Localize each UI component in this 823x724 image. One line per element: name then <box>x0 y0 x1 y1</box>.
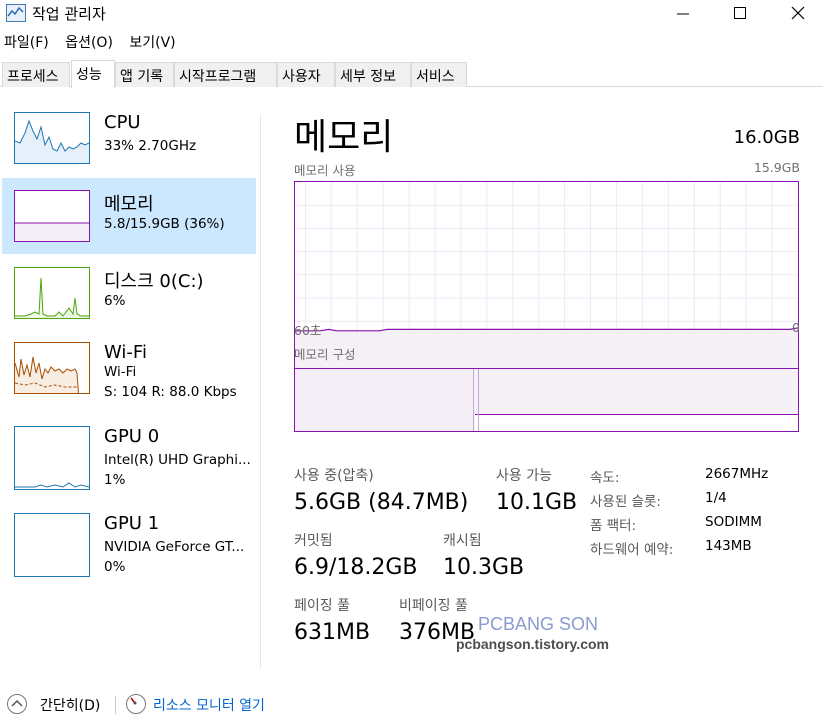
slots-value: 1/4 <box>705 490 727 506</box>
gpu0-thumbnail-graph <box>14 426 90 490</box>
fewer-details-button[interactable]: 간단히(D) <box>40 695 100 715</box>
tab-app-history[interactable]: 앱 기록 <box>115 62 174 87</box>
memory-thumbnail-graph <box>14 190 90 242</box>
memory-composition-bar <box>294 368 799 432</box>
sidebar-item-disk[interactable]: 디스크 0(C:) 6% <box>2 255 256 331</box>
cached-label: 캐시됨 <box>443 533 482 549</box>
form-factor-value: SODIMM <box>705 514 762 530</box>
sidebar-gpu1-model: NVIDIA GeForce GT... <box>104 539 245 555</box>
menu-options[interactable]: 옵션(O) <box>65 32 113 52</box>
sidebar-wifi-throughput: S: 104 R: 88.0 Kbps <box>104 384 237 400</box>
title-bar: 작업 관리자 <box>0 0 823 28</box>
footer-separator <box>115 696 116 714</box>
speed-value: 2667MHz <box>705 466 769 482</box>
sidebar-gpu0-title: GPU 0 <box>104 426 160 447</box>
hardware-reserved-label: 하드웨어 예약: <box>590 542 674 558</box>
close-button[interactable] <box>775 0 821 28</box>
footer: 간단히(D) 리소스 모니터 열기 <box>0 690 823 720</box>
performance-sidebar: CPU 33% 2.70GHz 메모리 5.8/15.9GB (36%) 디스크… <box>0 100 260 668</box>
maximize-icon <box>734 7 746 19</box>
sidebar-item-memory[interactable]: 메모리 5.8/15.9GB (36%) <box>2 178 256 254</box>
tab-details[interactable]: 세부 정보 <box>335 62 411 87</box>
memory-total: 16.0GB <box>733 127 800 148</box>
sidebar-disk-usage: 6% <box>104 293 126 309</box>
nonpaged-pool-label: 비페이징 풀 <box>399 598 468 614</box>
menu-bar: 파일(F) 옵션(O) 보기(V) <box>0 32 184 54</box>
window-title: 작업 관리자 <box>32 5 106 23</box>
composition-in-use <box>295 369 475 431</box>
in-use-value: 5.6GB (84.7MB) <box>294 490 469 515</box>
hardware-reserved-value: 143MB <box>705 538 752 554</box>
tab-startup[interactable]: 시작프로그램 <box>174 62 277 87</box>
usage-graph-label: 메모리 사용 <box>294 163 356 178</box>
sidebar-item-gpu0[interactable]: GPU 0 Intel(R) UHD Graphi... 1% <box>2 414 256 490</box>
sidebar-cpu-usage: 33% 2.70GHz <box>104 138 197 154</box>
available-value: 10.1GB <box>496 490 578 515</box>
tab-performance[interactable]: 성능 <box>71 60 115 88</box>
gpu1-thumbnail-graph <box>14 513 90 577</box>
sidebar-gpu1-usage: 0% <box>104 559 126 575</box>
in-use-label: 사용 중(압축) <box>294 468 374 484</box>
available-label: 사용 가능 <box>496 468 552 484</box>
usage-graph-max: 15.9GB <box>753 160 800 175</box>
open-resource-monitor-link[interactable]: 리소스 모니터 열기 <box>153 695 265 715</box>
task-manager-icon <box>6 4 26 22</box>
watermark-title: PCBANG SON <box>478 614 599 634</box>
disk-thumbnail-graph <box>14 267 90 319</box>
minimize-icon <box>677 13 689 15</box>
slots-label: 사용된 슬롯: <box>590 494 661 510</box>
composition-divider-standby <box>478 369 479 431</box>
graph-x-left: 60초 <box>294 323 322 338</box>
chevron-up-icon[interactable] <box>7 694 27 714</box>
sidebar-item-wifi[interactable]: Wi-Fi Wi-Fi S: 104 R: 88.0 Kbps <box>2 330 256 406</box>
watermark-url: pcbangson.tistory.com <box>456 636 609 652</box>
committed-value: 6.9/18.2GB <box>294 555 418 580</box>
sidebar-disk-title: 디스크 0(C:) <box>104 271 204 292</box>
sidebar-item-gpu1[interactable]: GPU 1 NVIDIA GeForce GT... 0% <box>2 501 256 577</box>
sidebar-cpu-title: CPU <box>104 112 141 133</box>
tab-processes[interactable]: 프로세스 <box>2 62 70 87</box>
maximize-button[interactable] <box>717 0 763 28</box>
cpu-thumbnail-graph <box>14 112 90 164</box>
page-title: 메모리 <box>294 117 394 158</box>
sidebar-item-cpu[interactable]: CPU 33% 2.70GHz <box>2 100 256 176</box>
sidebar-wifi-title: Wi-Fi <box>104 342 147 363</box>
close-icon <box>791 6 805 20</box>
sidebar-wifi-name: Wi-Fi <box>104 364 137 380</box>
composition-divider-modified <box>473 369 474 431</box>
speed-label: 속도: <box>590 470 620 486</box>
paged-pool-value: 631MB <box>294 620 371 645</box>
paged-pool-label: 페이징 풀 <box>294 598 350 614</box>
wifi-thumbnail-graph <box>14 342 90 394</box>
graph-x-right: 0 <box>792 320 800 335</box>
form-factor-label: 폼 팩터: <box>590 518 637 534</box>
resource-monitor-icon[interactable] <box>126 694 146 714</box>
tab-services[interactable]: 서비스 <box>411 62 467 87</box>
sidebar-memory-usage: 5.8/15.9GB (36%) <box>104 216 225 232</box>
composition-label: 메모리 구성 <box>294 347 356 362</box>
sidebar-gpu0-usage: 1% <box>104 472 126 488</box>
sidebar-divider <box>260 115 261 668</box>
sidebar-gpu0-model: Intel(R) UHD Graphi... <box>104 452 251 468</box>
sidebar-gpu1-title: GPU 1 <box>104 513 160 534</box>
tab-users[interactable]: 사용자 <box>277 62 335 87</box>
committed-label: 커밋됨 <box>294 533 333 549</box>
menu-view[interactable]: 보기(V) <box>129 32 175 52</box>
minimize-button[interactable] <box>660 0 706 28</box>
cached-value: 10.3GB <box>443 555 525 580</box>
menu-file[interactable]: 파일(F) <box>4 32 49 52</box>
memory-detail-panel: 메모리 16.0GB 메모리 사용 15.9GB 60초 0 메모리 구성 사용… <box>294 100 800 660</box>
sidebar-memory-title: 메모리 <box>104 194 154 215</box>
tab-bar: 프로세스 성능 앱 기록 시작프로그램 사용자 세부 정보 서비스 <box>0 60 823 88</box>
